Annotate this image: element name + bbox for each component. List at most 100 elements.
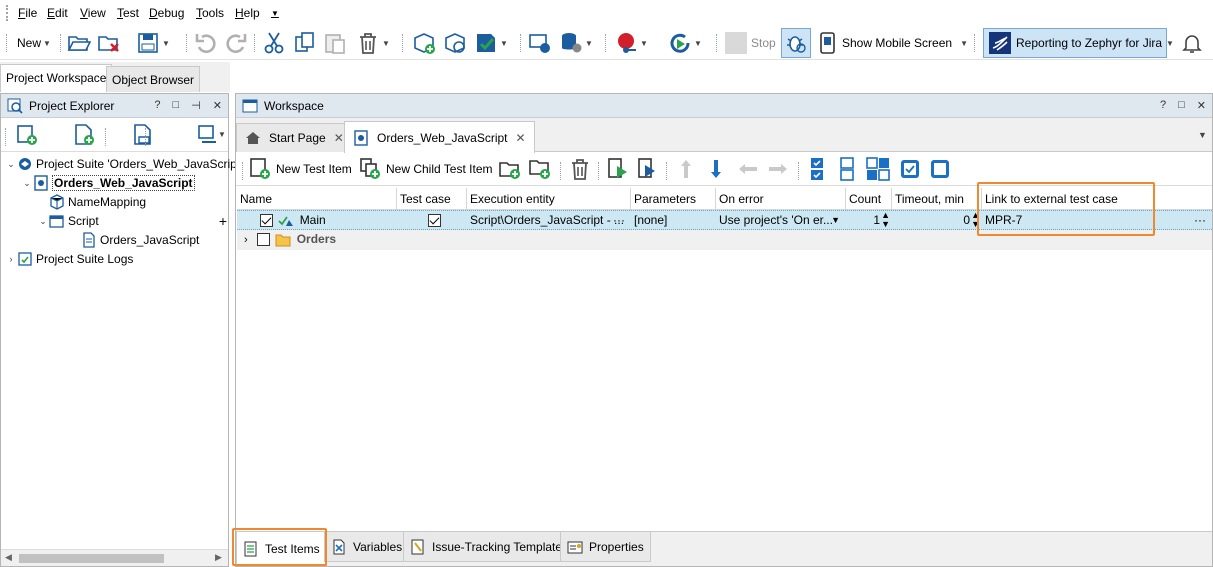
- save-button[interactable]: ▼: [136, 30, 170, 56]
- menu-file[interactable]: File: [18, 6, 37, 20]
- menu-view[interactable]: View: [80, 6, 106, 20]
- menu-debug[interactable]: Debug: [149, 6, 184, 20]
- add-project-icon[interactable]: [15, 123, 39, 147]
- tab-orders-web-javascript[interactable]: Orders_Web_JavaScript ✕: [344, 121, 535, 153]
- move-down-button[interactable]: [704, 156, 728, 182]
- help-icon[interactable]: ?: [154, 99, 160, 112]
- open-button[interactable]: [67, 30, 91, 56]
- tab-object-browser[interactable]: Object Browser: [106, 66, 201, 92]
- redo-button[interactable]: [224, 30, 248, 56]
- collapse-icon[interactable]: ⌄: [5, 159, 17, 170]
- show-mobile-screen-button[interactable]: Show Mobile Screen ▼: [818, 30, 968, 56]
- collapse-icon[interactable]: ⌄: [37, 216, 49, 227]
- mapping-icon[interactable]: [196, 123, 220, 147]
- uncheck-selected-button[interactable]: [928, 156, 952, 182]
- notifications-button[interactable]: [1180, 30, 1204, 56]
- copy-button[interactable]: [293, 30, 317, 56]
- add-item-button[interactable]: [412, 30, 436, 56]
- close-tab-icon[interactable]: ✕: [334, 131, 344, 145]
- tree-item-project-suite[interactable]: ⌄ Project Suite 'Orders_Web_JavaScript': [5, 156, 242, 172]
- scrollbar-thumb[interactable]: [19, 554, 164, 563]
- run-dropdown-icon[interactable]: ▼: [218, 130, 226, 139]
- run-button[interactable]: ▼: [668, 30, 702, 56]
- menu-overflow-icon[interactable]: ▼: [271, 9, 279, 18]
- cell-test-case[interactable]: [425, 211, 465, 231]
- move-left-button[interactable]: [736, 156, 760, 182]
- scroll-left-icon[interactable]: ◀: [5, 552, 12, 563]
- column-on-error[interactable]: On error: [716, 188, 846, 210]
- ellipsis-icon[interactable]: ···: [1194, 211, 1206, 230]
- enabled-checkbox[interactable]: [257, 233, 271, 247]
- check-selected-button[interactable]: [898, 156, 922, 182]
- collapse-icon[interactable]: ⌄: [21, 178, 33, 189]
- menu-tools[interactable]: Tools: [196, 6, 224, 20]
- cell-name[interactable]: › Orders: [241, 230, 391, 250]
- explorer-horizontal-scrollbar[interactable]: ◀ ▶: [1, 549, 228, 566]
- cell-count[interactable]: 1 ▲ ▼: [846, 211, 892, 231]
- scroll-right-icon[interactable]: ▶: [215, 552, 222, 563]
- pin-icon[interactable]: ⊣: [191, 99, 201, 112]
- run-selected-button[interactable]: [606, 156, 630, 182]
- add-script-icon[interactable]: +: [219, 213, 227, 229]
- cut-button[interactable]: [262, 30, 286, 56]
- cell-parameters[interactable]: [none]: [631, 211, 716, 231]
- checkpoint-button[interactable]: ▼: [474, 30, 508, 56]
- add-existing-icon[interactable]: [131, 123, 155, 147]
- tree-item-script[interactable]: ⌄ Script +: [37, 213, 227, 229]
- maximize-icon[interactable]: □: [1178, 99, 1185, 112]
- menu-test[interactable]: Test: [117, 6, 139, 20]
- menu-help[interactable]: Help: [235, 6, 260, 20]
- on-error-dropdown-icon[interactable]: ▼: [831, 211, 840, 230]
- run-focused-button[interactable]: [636, 156, 660, 182]
- check-group-button[interactable]: [866, 156, 890, 182]
- database-button[interactable]: ▼: [559, 30, 593, 56]
- close-project-button[interactable]: [97, 30, 121, 56]
- new-button[interactable]: New ▼: [17, 30, 51, 56]
- column-parameters[interactable]: Parameters: [631, 188, 716, 210]
- tab-variables[interactable]: Variables: [324, 532, 410, 562]
- zephyr-reporting-button[interactable]: Reporting to Zephyr for Jira: [983, 28, 1168, 58]
- expand-icon[interactable]: ›: [244, 234, 248, 246]
- help-icon[interactable]: ?: [1160, 99, 1166, 112]
- close-tab-icon[interactable]: ✕: [516, 131, 526, 145]
- tab-start-page[interactable]: Start Page ✕: [236, 123, 353, 152]
- tree-item-project-suite-logs[interactable]: › Project Suite Logs: [5, 251, 134, 267]
- new-child-test-item-button[interactable]: New Child Test Item: [358, 156, 492, 182]
- column-test-case[interactable]: Test case: [397, 188, 467, 210]
- column-timeout[interactable]: Timeout, min: [892, 188, 982, 210]
- enabled-checkbox[interactable]: [260, 214, 273, 228]
- record-button[interactable]: ▼: [614, 30, 648, 56]
- undo-button[interactable]: [194, 30, 218, 56]
- menu-edit[interactable]: Edit: [47, 6, 68, 20]
- tree-item-namemapping[interactable]: NameMapping: [49, 194, 146, 210]
- maximize-icon[interactable]: □: [173, 99, 180, 112]
- column-name[interactable]: Name: [237, 188, 397, 210]
- zephyr-dropdown[interactable]: ▼: [1164, 30, 1174, 56]
- move-right-button[interactable]: [766, 156, 790, 182]
- stop-button[interactable]: Stop: [725, 30, 776, 56]
- tree-item-project[interactable]: ⌄ Orders_Web_JavaScript: [21, 175, 195, 191]
- delete-button[interactable]: ▼: [356, 30, 390, 56]
- cell-on-error[interactable]: Use project's 'On er... ▼: [716, 211, 846, 231]
- tab-issue-tracking-templates[interactable]: Issue-Tracking Templates: [403, 532, 576, 562]
- count-spinner-icon[interactable]: ▲ ▼: [881, 211, 890, 229]
- add-item-icon[interactable]: [72, 123, 96, 147]
- debug-toggle-button[interactable]: [781, 28, 811, 58]
- move-up-button[interactable]: [674, 156, 698, 182]
- column-execution-entity[interactable]: Execution entity: [467, 188, 631, 210]
- test-case-checkbox[interactable]: [428, 214, 441, 228]
- check-all-button[interactable]: [806, 156, 830, 182]
- ellipsis-icon[interactable]: ···: [613, 211, 625, 230]
- delete-test-item-button[interactable]: [568, 156, 592, 182]
- expand-icon[interactable]: ›: [5, 254, 17, 264]
- cell-name[interactable]: Main: [257, 211, 397, 231]
- add-target-button[interactable]: [443, 30, 467, 56]
- uncheck-all-button[interactable]: [836, 156, 860, 182]
- cell-execution-entity[interactable]: Script\Orders_JavaScript - ... ···: [467, 211, 631, 231]
- add-folder-button[interactable]: [498, 156, 522, 182]
- cell-timeout[interactable]: 0 ▲ ▼: [892, 211, 982, 231]
- new-test-item-button[interactable]: New Test Item: [248, 156, 352, 182]
- tab-project-workspace[interactable]: Project Workspace: [0, 64, 113, 92]
- add-child-folder-button[interactable]: [528, 156, 552, 182]
- mapping-button[interactable]: [528, 30, 552, 56]
